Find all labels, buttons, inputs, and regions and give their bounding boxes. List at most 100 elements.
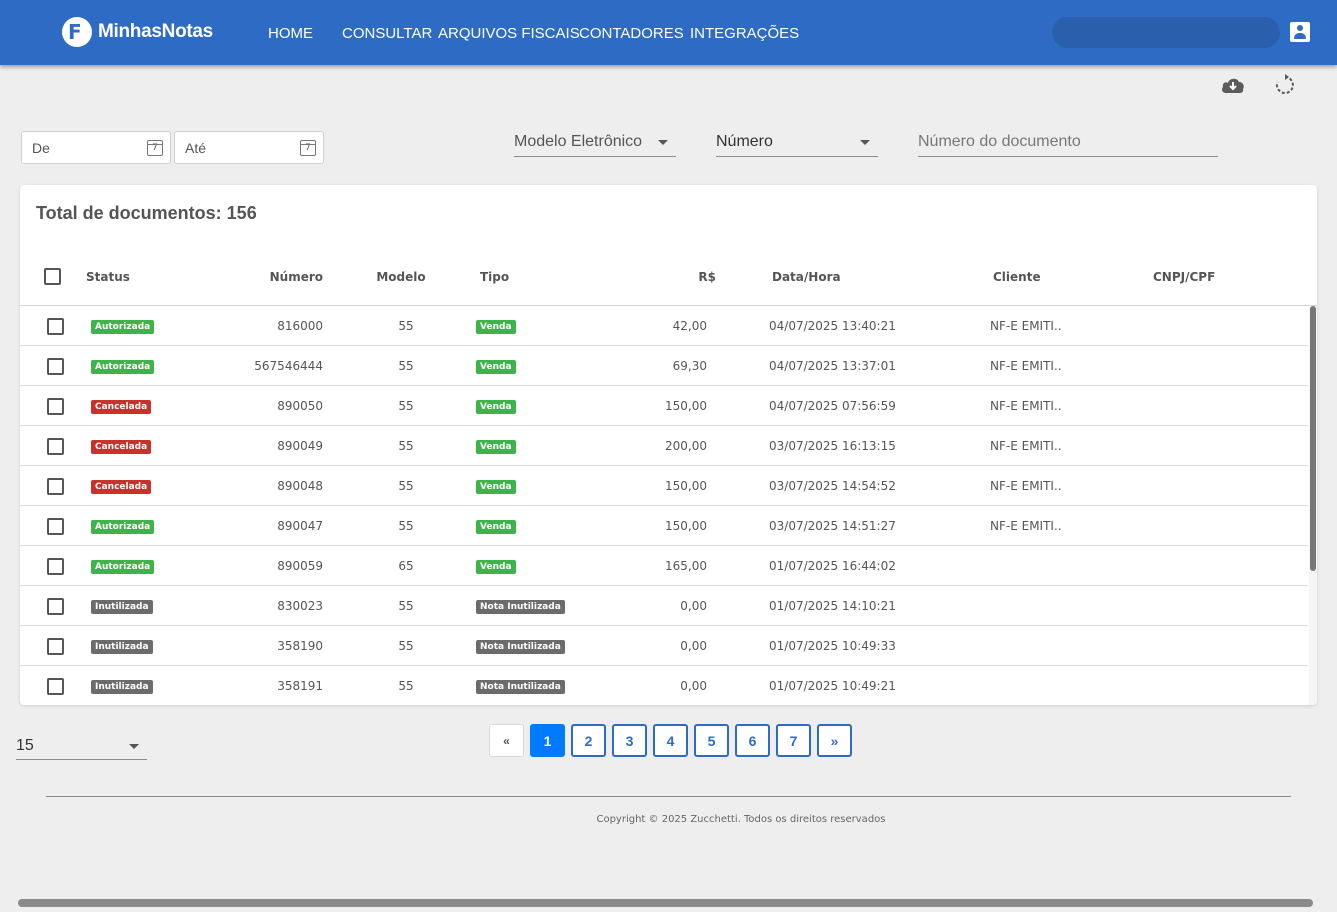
cell-modelo: 55 — [398, 519, 414, 533]
model-select-label: Modelo Eletrônico — [514, 133, 643, 150]
col-numero[interactable]: Número — [243, 270, 323, 284]
table-row[interactable]: Inutilizada 358191 55 Nota Inutilizada 0,00 0… — [20, 666, 1308, 705]
cell-cliente: NF-E EMITI.. — [990, 319, 1062, 333]
nav-integracoes[interactable]: INTEGRAÇÕES — [690, 25, 799, 42]
row-checkbox[interactable] — [47, 318, 64, 335]
nav-arquivos-fiscais[interactable]: ARQUIVOS FISCAIS — [438, 25, 580, 42]
page-button-3[interactable]: 3 — [612, 724, 647, 757]
cell-cliente: NF-E EMITI.. — [990, 479, 1062, 493]
tipo-badge: Venda — [476, 400, 516, 414]
row-checkbox[interactable] — [47, 438, 64, 455]
table-row[interactable]: Autorizada 567546444 55 Venda 69,30 04/07/202… — [20, 346, 1308, 386]
row-checkbox[interactable] — [47, 398, 64, 415]
dropdown-arrow-icon — [860, 140, 870, 145]
page-button-6[interactable]: 6 — [735, 724, 770, 757]
row-checkbox[interactable] — [47, 558, 64, 575]
cell-numero: 890059 — [277, 559, 323, 573]
cell-valor: 150,00 — [665, 519, 707, 533]
cell-numero: 567546444 — [254, 359, 323, 373]
page-button-5[interactable]: 5 — [694, 724, 729, 757]
cell-data-hora: 04/07/2025 13:40:21 — [769, 319, 896, 333]
total-documents: Total de documentos: 156 — [36, 203, 257, 223]
cell-numero: 890050 — [277, 399, 323, 413]
table-row[interactable]: Inutilizada 830023 55 Nota Inutilizada 0,00 0… — [20, 586, 1308, 626]
row-checkbox[interactable] — [47, 678, 64, 695]
date-to-field[interactable]: Até 7 — [174, 131, 324, 164]
status-badge: Autorizada — [91, 560, 155, 574]
col-status[interactable]: Status — [86, 270, 130, 284]
table-scrollbar[interactable] — [1309, 306, 1317, 705]
logo-icon: F — [62, 17, 92, 47]
cell-data-hora: 01/07/2025 10:49:21 — [769, 679, 896, 693]
first-page-button[interactable]: « — [489, 724, 524, 757]
row-checkbox[interactable] — [47, 598, 64, 615]
cell-numero: 890048 — [277, 479, 323, 493]
number-type-select[interactable]: Número — [716, 130, 878, 157]
table-row[interactable]: Cancelada 890048 55 Venda 150,00 03/07/2025 1… — [20, 466, 1308, 506]
row-checkbox[interactable] — [47, 358, 64, 375]
date-to-placeholder: Até — [185, 140, 207, 156]
page-button-4[interactable]: 4 — [653, 724, 688, 757]
table-row[interactable]: Autorizada 816000 55 Venda 42,00 04/07/2025 1… — [20, 306, 1308, 346]
col-cnpj-cpf[interactable]: CNPJ/CPF — [1153, 270, 1215, 284]
page-button-7[interactable]: 7 — [776, 724, 811, 757]
scrollbar-thumb[interactable] — [1310, 306, 1316, 571]
horizontal-scrollbar[interactable] — [18, 899, 1313, 907]
cloud-download-icon[interactable] — [1220, 75, 1246, 100]
cell-data-hora: 04/07/2025 13:37:01 — [769, 359, 896, 373]
cell-modelo: 55 — [398, 639, 414, 653]
col-cliente[interactable]: Cliente — [993, 270, 1041, 284]
last-page-button[interactable]: » — [817, 724, 852, 757]
table-row[interactable]: Autorizada 890047 55 Venda 150,00 03/07/2025 … — [20, 506, 1308, 546]
col-valor[interactable]: R$ — [646, 270, 716, 284]
page-size-select[interactable]: 15 — [16, 733, 147, 760]
document-number-input[interactable]: Número do documento — [918, 130, 1218, 157]
nav-home[interactable]: HOME — [268, 25, 313, 42]
col-data-hora[interactable]: Data/Hora — [772, 270, 841, 284]
page-size-value: 15 — [16, 737, 34, 754]
date-from-field[interactable]: De 7 — [21, 131, 171, 164]
row-checkbox[interactable] — [47, 638, 64, 655]
header-search-input[interactable] — [1052, 17, 1280, 48]
refresh-icon[interactable] — [1274, 74, 1296, 101]
status-badge: Inutilizada — [91, 600, 153, 614]
cell-valor: 69,30 — [672, 359, 707, 373]
status-badge: Cancelada — [91, 480, 152, 494]
cell-valor: 0,00 — [680, 599, 707, 613]
col-modelo[interactable]: Modelo — [368, 270, 434, 284]
cell-cliente: NF-E EMITI.. — [990, 439, 1062, 453]
select-all-checkbox[interactable] — [44, 268, 61, 285]
row-checkbox[interactable] — [47, 478, 64, 495]
account-box-icon[interactable] — [1290, 22, 1310, 42]
tipo-badge: Nota Inutilizada — [476, 600, 565, 614]
cell-data-hora: 01/07/2025 16:44:02 — [769, 559, 896, 573]
calendar-icon[interactable]: 7 — [300, 140, 316, 156]
calendar-icon[interactable]: 7 — [147, 140, 163, 156]
nav-consultar[interactable]: CONSULTAR — [342, 25, 432, 42]
status-badge: Cancelada — [91, 440, 152, 454]
cell-data-hora: 03/07/2025 16:13:15 — [769, 439, 896, 453]
tipo-badge: Venda — [476, 320, 516, 334]
number-type-value: Número — [716, 133, 773, 150]
table-row[interactable]: Cancelada 890049 55 Venda 200,00 03/07/2025 1… — [20, 426, 1308, 466]
tipo-badge: Venda — [476, 560, 516, 574]
app-logo[interactable]: F MinhasNotas — [62, 17, 213, 47]
table-row[interactable]: Cancelada 890050 55 Venda 150,00 04/07/2025 0… — [20, 386, 1308, 426]
dropdown-arrow-icon — [658, 140, 668, 145]
col-tipo[interactable]: Tipo — [480, 270, 509, 284]
row-checkbox[interactable] — [47, 518, 64, 535]
cell-modelo: 65 — [398, 559, 414, 573]
status-badge: Inutilizada — [91, 680, 153, 694]
page-button-1[interactable]: 1 — [530, 724, 565, 757]
table-row[interactable]: Autorizada 890059 65 Venda 165,00 01/07/2025 … — [20, 546, 1308, 586]
cell-valor: 0,00 — [680, 639, 707, 653]
nav-contadores[interactable]: CONTADORES — [579, 25, 684, 42]
model-select[interactable]: Modelo Eletrônico — [514, 130, 676, 157]
table-row[interactable]: Inutilizada 358190 55 Nota Inutilizada 0,00 0… — [20, 626, 1308, 666]
cell-modelo: 55 — [398, 399, 414, 413]
cell-numero: 816000 — [277, 319, 323, 333]
cell-valor: 150,00 — [665, 479, 707, 493]
cell-data-hora: 01/07/2025 10:49:33 — [769, 639, 896, 653]
page-button-2[interactable]: 2 — [571, 724, 606, 757]
cell-valor: 150,00 — [665, 399, 707, 413]
